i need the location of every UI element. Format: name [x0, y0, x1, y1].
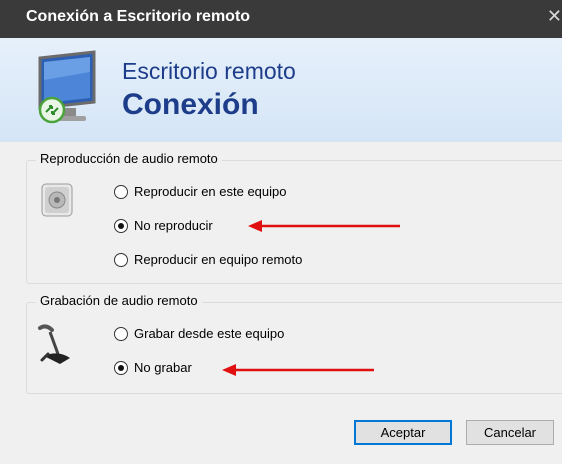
- option-no-play[interactable]: No reproducir: [114, 218, 213, 233]
- annotation-arrow-left-icon: [222, 364, 374, 376]
- remote-desktop-monitor-icon: [38, 50, 96, 124]
- radio-record-local[interactable]: [114, 326, 128, 341]
- recording-legend: Grabación de audio remoto: [36, 293, 202, 308]
- banner-subtitle: Escritorio remoto: [122, 58, 296, 84]
- banner-title: Conexión: [122, 88, 259, 121]
- microphone-icon: [38, 324, 70, 364]
- header-banner: Escritorio remoto Conexión: [0, 38, 562, 142]
- radio-no-play[interactable]: [114, 218, 128, 233]
- option-no-record-label: No grabar: [134, 360, 192, 375]
- radio-play-remote[interactable]: [114, 252, 128, 267]
- option-play-local[interactable]: Reproducir en este equipo: [114, 184, 287, 199]
- window-title: Conexión a Escritorio remoto: [26, 8, 251, 25]
- radio-no-record[interactable]: [114, 360, 128, 375]
- title-bar: Conexión a Escritorio remoto ✕: [0, 0, 562, 38]
- cancel-button[interactable]: Cancelar: [466, 420, 554, 445]
- option-record-local[interactable]: Grabar desde este equipo: [114, 326, 284, 341]
- dialog-content: Reproducción de audio remoto Reproducir …: [0, 142, 562, 464]
- close-icon[interactable]: ✕: [547, 6, 562, 27]
- option-play-local-label: Reproducir en este equipo: [134, 184, 287, 199]
- recording-group: [26, 302, 562, 394]
- option-no-play-label: No reproducir: [134, 218, 213, 233]
- accept-button[interactable]: Aceptar: [354, 420, 452, 445]
- annotation-arrow-left-icon: [248, 220, 400, 232]
- option-play-remote-label: Reproducir en equipo remoto: [134, 252, 303, 267]
- option-no-record[interactable]: No grabar: [114, 360, 192, 375]
- playback-legend: Reproducción de audio remoto: [36, 151, 222, 166]
- radio-play-local[interactable]: [114, 184, 128, 199]
- option-record-local-label: Grabar desde este equipo: [134, 326, 285, 341]
- speaker-icon: [41, 183, 73, 217]
- option-play-remote[interactable]: Reproducir en equipo remoto: [114, 252, 302, 267]
